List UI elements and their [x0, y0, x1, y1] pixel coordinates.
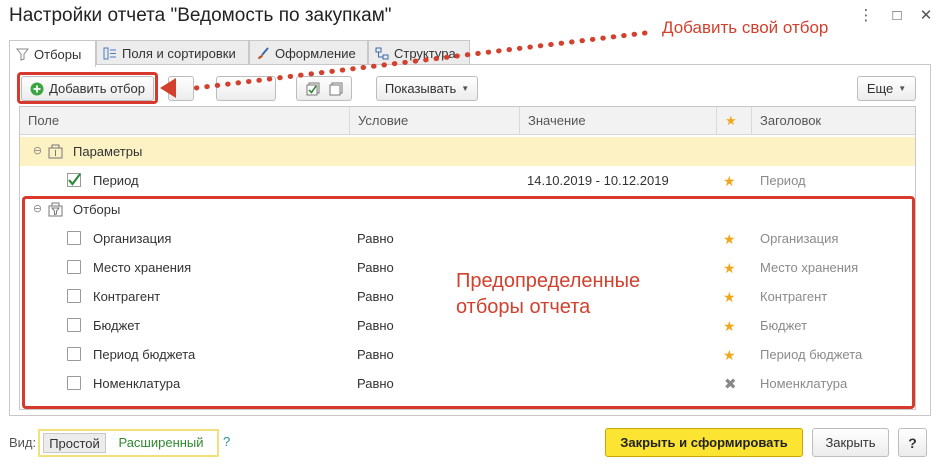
- tab-label: Оформление: [275, 45, 356, 61]
- check-uncheck-buttons[interactable]: [296, 76, 352, 101]
- funnel-icon: [16, 48, 29, 61]
- annotation-line: Предопределенные: [456, 270, 641, 292]
- column-field[interactable]: Поле: [20, 107, 349, 135]
- delete-filter-button[interactable]: [168, 76, 194, 101]
- close-icon[interactable]: ✕: [916, 6, 936, 26]
- group-row-params[interactable]: ⊖ Параметры: [20, 137, 915, 166]
- more-dropdown[interactable]: Еще ▼: [857, 76, 916, 101]
- annotation-add-own-filter: Добавить свой отбор: [662, 18, 829, 37]
- star-icon[interactable]: ★: [723, 173, 736, 190]
- header-cell[interactable]: Период: [760, 166, 806, 195]
- annotation-line: отборы отчета: [456, 296, 591, 318]
- table-header: Поле Условие Значение ★ Заголовок: [20, 107, 915, 135]
- fields-icon: [103, 47, 116, 59]
- chevron-down-icon: ▼: [461, 84, 470, 93]
- tab-label: Отборы: [34, 46, 82, 62]
- column-header[interactable]: Заголовок: [751, 107, 915, 135]
- more-label: Еще: [866, 81, 894, 96]
- show-dropdown[interactable]: Показывать ▼: [376, 76, 478, 101]
- table-row[interactable]: Период 14.10.2019 - 10.12.2019 ★ Период: [20, 166, 915, 195]
- check-all-icon: [306, 82, 319, 95]
- tab-fields-sorting[interactable]: Поля и сортировки: [96, 40, 249, 65]
- move-buttons[interactable]: [216, 76, 276, 101]
- structure-icon: [375, 47, 389, 59]
- value-cell[interactable]: 14.10.2019 - 10.12.2019: [527, 166, 669, 195]
- column-value[interactable]: Значение: [519, 107, 716, 135]
- tab-bar: Отборы Поля и сортировки Оформление Стру…: [9, 40, 939, 67]
- close-and-generate-button[interactable]: Закрыть и сформировать: [605, 428, 803, 457]
- tab-structure[interactable]: Структура: [368, 40, 470, 65]
- add-filter-highlight-frame: [17, 72, 158, 104]
- tab-filters[interactable]: Отборы: [9, 40, 96, 67]
- close-button[interactable]: Закрыть: [812, 428, 889, 457]
- help-button[interactable]: ?: [898, 428, 927, 457]
- mode-extended-button[interactable]: Расширенный: [108, 433, 214, 453]
- annotation-predefined-filters: Предопределенные отборы отчета: [456, 268, 716, 320]
- params-icon: [48, 144, 63, 159]
- view-label: Вид:: [9, 435, 37, 450]
- maximize-icon[interactable]: □: [887, 6, 907, 26]
- view-help-link[interactable]: ?: [223, 434, 230, 449]
- column-star[interactable]: ★: [716, 107, 751, 135]
- column-condition[interactable]: Условие: [349, 107, 519, 135]
- uncheck-all-icon: [329, 82, 342, 95]
- group-label: Параметры: [73, 144, 143, 159]
- brush-icon: [258, 46, 269, 59]
- field-name: Период: [93, 173, 139, 188]
- show-label: Показывать: [384, 81, 457, 96]
- tab-label: Структура: [394, 45, 456, 61]
- tab-formatting[interactable]: Оформление: [249, 40, 368, 65]
- collapse-icon[interactable]: ⊖: [32, 146, 43, 157]
- checkmark-icon: [67, 173, 81, 187]
- view-mode-switch: Простой Расширенный: [38, 429, 219, 457]
- more-icon[interactable]: ⋮: [856, 6, 876, 26]
- tab-label: Поля и сортировки: [122, 45, 236, 61]
- window-title: Настройки отчета "Ведомость по закупкам": [9, 5, 392, 26]
- mode-simple-button[interactable]: Простой: [43, 433, 106, 453]
- chevron-down-icon: ▼: [898, 84, 907, 93]
- checkbox-checked[interactable]: [67, 173, 81, 187]
